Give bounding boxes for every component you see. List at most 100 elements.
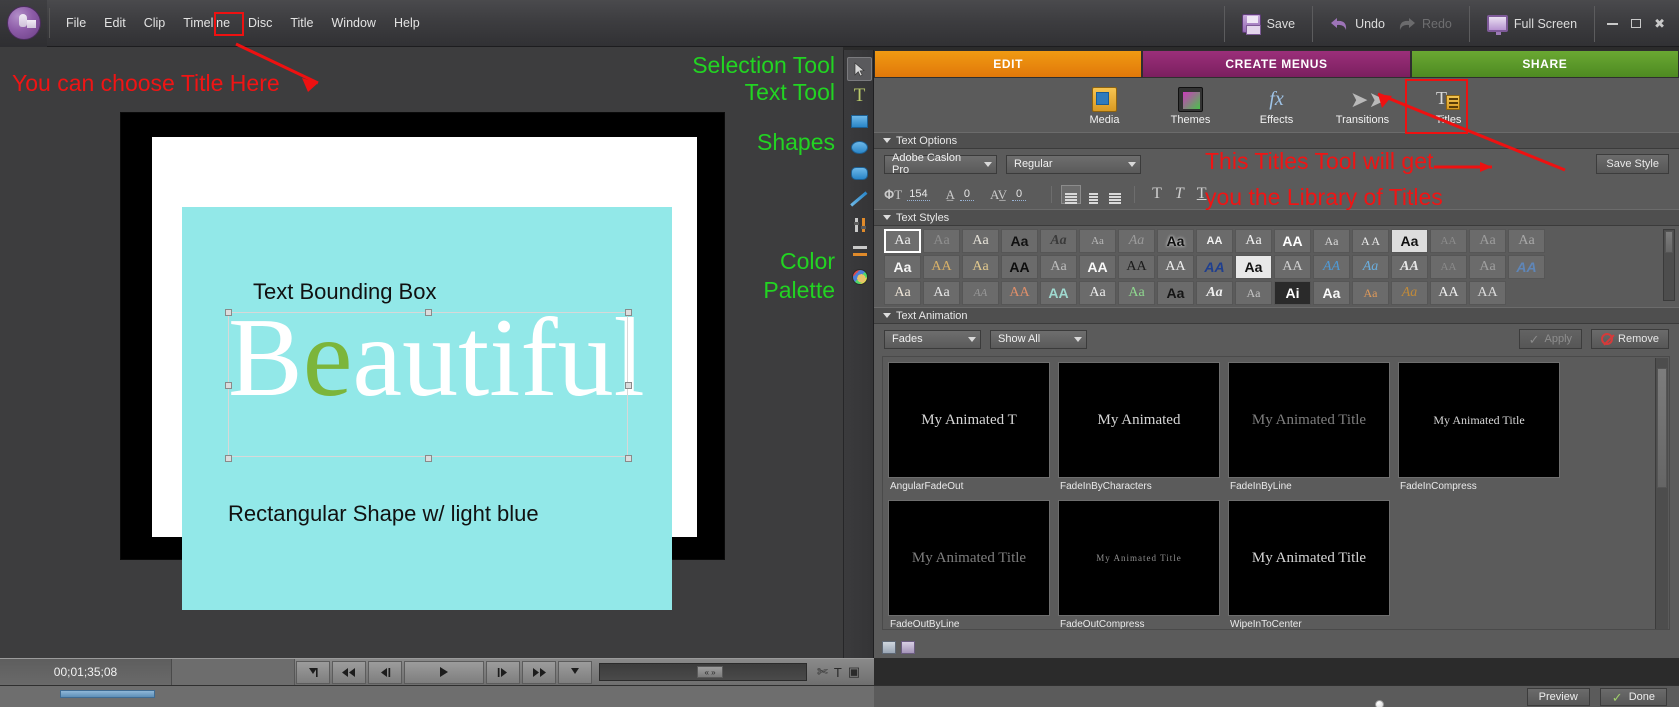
text-style-swatch[interactable]: AA xyxy=(1040,281,1077,305)
menu-item-clip[interactable]: Clip xyxy=(135,12,175,34)
text-style-swatch[interactable]: Aa xyxy=(1391,229,1428,253)
fast-forward-button[interactable] xyxy=(522,660,556,684)
text-style-swatch[interactable]: Aa xyxy=(1040,229,1077,253)
font-size-field[interactable]: 𝚽T 154 xyxy=(884,188,930,201)
text-style-swatch[interactable]: Aa xyxy=(962,229,999,253)
text-style-swatch[interactable]: Aa xyxy=(1235,281,1272,305)
scissors-icon[interactable]: ✄ xyxy=(817,664,828,680)
resize-handle-e[interactable] xyxy=(625,382,632,389)
text-style-swatch[interactable]: A A xyxy=(1352,229,1389,253)
tab-share[interactable]: SHARE xyxy=(1410,50,1679,78)
text-style-swatch[interactable]: Aa xyxy=(1001,229,1038,253)
text-style-swatch[interactable]: AA xyxy=(1469,281,1506,305)
menu-item-help[interactable]: Help xyxy=(385,12,429,34)
text-style-swatch[interactable]: Aa xyxy=(1157,229,1194,253)
text-style-swatch[interactable]: Aa xyxy=(1118,281,1155,305)
tracking-field[interactable]: AV̲ 0 xyxy=(990,188,1027,201)
animation-presets-area[interactable]: My Animated T AngularFadeOut My Animated Fa… xyxy=(882,356,1670,630)
resize-handle-nw[interactable] xyxy=(225,309,232,316)
text-style-swatch[interactable]: Aa xyxy=(1391,281,1428,305)
text-options-header[interactable]: Text Options xyxy=(874,132,1679,149)
undo-button[interactable]: Undo xyxy=(1324,12,1391,35)
menu-item-timeline[interactable]: Timeline xyxy=(174,12,239,34)
resize-handle-ne[interactable] xyxy=(625,309,632,316)
text-style-swatch[interactable]: Aa xyxy=(1313,281,1350,305)
resize-handle-s[interactable] xyxy=(425,455,432,462)
themes-button[interactable]: Themes xyxy=(1161,86,1221,126)
transitions-button[interactable]: ➤➤ Transitions xyxy=(1333,87,1393,126)
animation-preset-item[interactable]: My Animated T AngularFadeOut xyxy=(888,362,1050,492)
scroll-down-icon[interactable] xyxy=(1665,292,1673,300)
animation-preset-item[interactable]: My Animated Title WipeInToCenter xyxy=(1228,500,1390,629)
text-tool-icon[interactable]: T xyxy=(834,665,842,680)
text-style-swatch[interactable]: Aa xyxy=(1157,281,1194,305)
tab-edit[interactable]: EDIT xyxy=(874,50,1143,78)
text-style-swatch[interactable]: Aa xyxy=(1235,229,1272,253)
text-style-swatch[interactable]: AA xyxy=(1430,229,1467,253)
text-selection-bounding-box[interactable] xyxy=(225,309,632,462)
text-style-swatch[interactable]: AA xyxy=(1118,255,1155,279)
presets-scrollbar[interactable] xyxy=(1655,358,1668,629)
timeline-sliver[interactable] xyxy=(0,686,874,707)
scrollbar-thumb[interactable] xyxy=(1657,368,1667,488)
color-palette-tool[interactable] xyxy=(847,265,872,289)
text-style-swatch[interactable]: AA xyxy=(1274,255,1311,279)
align-left-icon[interactable] xyxy=(1061,184,1082,204)
animation-category-select[interactable]: Fades xyxy=(884,329,981,349)
text-style-swatch[interactable]: AA xyxy=(1196,229,1233,253)
titles-button[interactable]: T Titles xyxy=(1404,78,1479,134)
text-style-swatch[interactable]: AA xyxy=(962,281,999,305)
text-style-swatch[interactable]: AA xyxy=(1430,255,1467,279)
align-center-icon[interactable] xyxy=(1083,185,1103,204)
animation-preset-item[interactable]: My Animated Title FadeInByLine xyxy=(1228,362,1390,492)
text-style-swatch[interactable]: AA xyxy=(1079,255,1116,279)
timecode-display[interactable]: 00;01;35;08 xyxy=(0,658,172,686)
timeline-clip[interactable] xyxy=(60,690,155,698)
zoom-slider-knob[interactable]: « » xyxy=(697,666,723,678)
text-styles-scrollbar[interactable] xyxy=(1663,229,1675,301)
effects-button[interactable]: fx Effects xyxy=(1247,87,1307,126)
font-family-select[interactable]: Adobe Caslon Pro xyxy=(884,152,997,176)
text-style-swatch[interactable]: Ai xyxy=(1274,281,1311,305)
text-style-swatch[interactable]: AA xyxy=(1313,255,1350,279)
animation-filter-select[interactable]: Show All xyxy=(990,329,1087,349)
vertical-align-tool[interactable] xyxy=(847,213,872,237)
text-style-swatch[interactable]: Aa xyxy=(1040,255,1077,279)
text-style-swatch[interactable]: Aa xyxy=(884,281,921,305)
rewind-button[interactable] xyxy=(332,660,366,684)
maximize-icon[interactable] xyxy=(1631,17,1642,30)
remove-button[interactable]: Remove xyxy=(1591,329,1669,349)
resize-handle-sw[interactable] xyxy=(225,455,232,462)
step-back-button[interactable] xyxy=(368,660,402,684)
done-button[interactable]: ✓ Done xyxy=(1599,688,1667,706)
menu-item-disc[interactable]: Disc xyxy=(239,12,281,34)
text-style-swatch[interactable]: Aa xyxy=(1469,255,1506,279)
text-styles-header[interactable]: Text Styles xyxy=(874,209,1679,226)
leading-field[interactable]: A̲ 0 xyxy=(946,188,974,201)
text-style-swatch[interactable]: Aa xyxy=(1469,229,1506,253)
line-tool[interactable] xyxy=(847,187,872,211)
text-style-swatch[interactable]: Aa xyxy=(1196,281,1233,305)
animation-preset-item[interactable]: My Animated Title FadeOutCompress xyxy=(1058,500,1220,629)
resize-handle-w[interactable] xyxy=(225,382,232,389)
close-icon[interactable]: ✖ xyxy=(1654,17,1665,30)
underline-button[interactable]: T xyxy=(1197,186,1207,202)
camera-icon[interactable]: ▣ xyxy=(848,664,860,680)
preview-button[interactable]: Preview xyxy=(1526,688,1590,706)
save-style-button[interactable]: Save Style xyxy=(1596,154,1669,174)
text-style-swatch[interactable]: Aa xyxy=(1235,255,1272,279)
font-style-select[interactable]: Regular xyxy=(1006,154,1141,174)
set-out-point-button[interactable] xyxy=(558,660,592,684)
apply-button[interactable]: ✓ Apply xyxy=(1518,329,1583,349)
text-style-swatch[interactable]: Aa xyxy=(923,281,960,305)
step-forward-button[interactable] xyxy=(486,660,520,684)
italic-button[interactable]: T xyxy=(1175,186,1184,202)
text-animation-header[interactable]: Text Animation xyxy=(874,307,1679,324)
play-button[interactable] xyxy=(404,660,484,684)
new-item-icon[interactable] xyxy=(882,640,896,654)
text-style-swatch[interactable]: Aa xyxy=(1313,229,1350,253)
media-button[interactable]: Media xyxy=(1075,86,1135,126)
text-style-swatch[interactable]: AA xyxy=(1001,255,1038,279)
text-style-swatch[interactable]: Aa xyxy=(1352,281,1389,305)
selection-tool[interactable] xyxy=(847,57,872,81)
